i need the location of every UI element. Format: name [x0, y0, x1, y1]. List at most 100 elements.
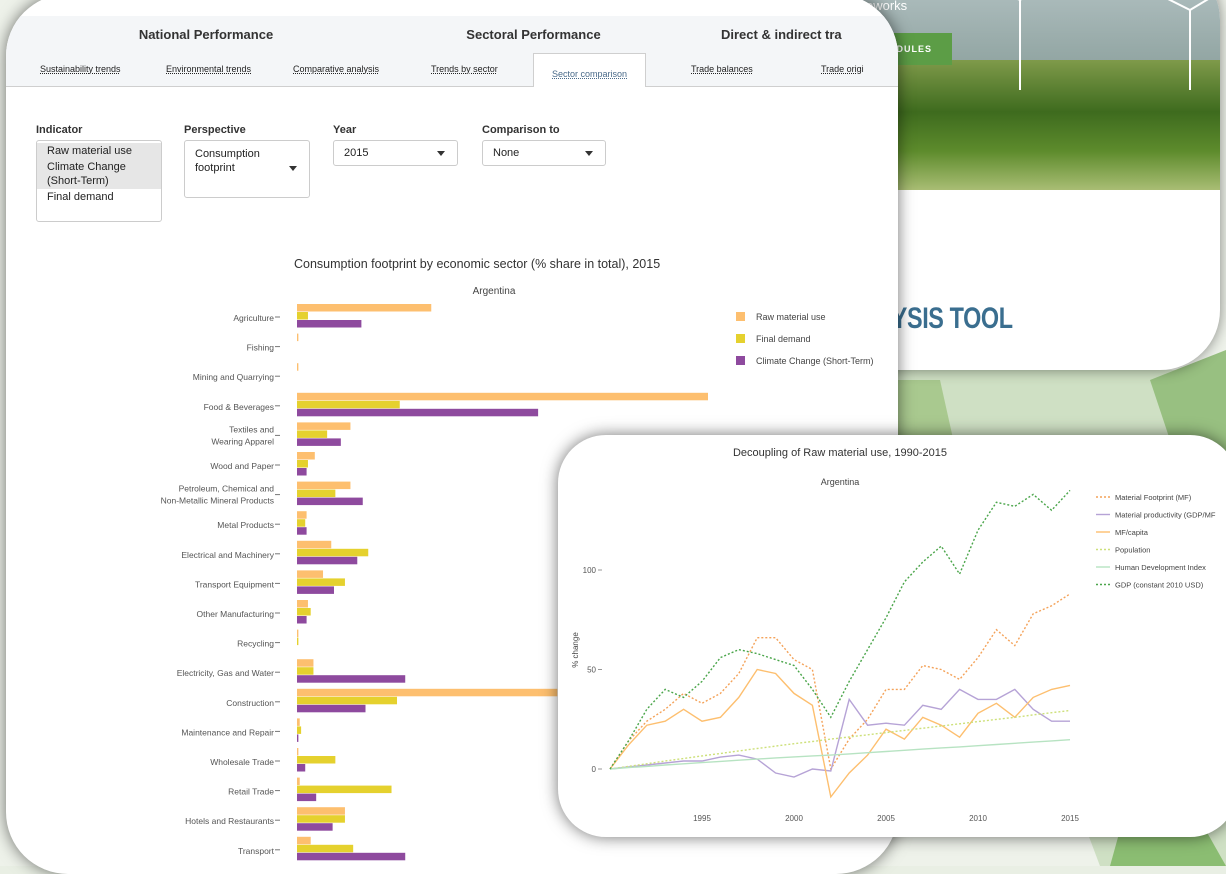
bar — [297, 764, 306, 772]
bar — [297, 481, 351, 490]
category-label: Transport Equipment — [195, 579, 275, 589]
bar — [297, 608, 311, 616]
category-label: Transport — [238, 846, 275, 856]
bar — [297, 570, 324, 578]
bar — [297, 600, 308, 608]
legend-label: Material Footprint (MF) — [1115, 493, 1192, 502]
legend-label: Climate Change (Short-Term) — [756, 356, 874, 366]
perspective-value: Consumption footprint — [195, 148, 260, 174]
legend-label: Final demand — [756, 334, 811, 344]
series-line — [609, 739, 1071, 770]
x-tick-label: 2000 — [785, 814, 803, 823]
x-tick-label: 2010 — [969, 814, 987, 823]
series-line — [609, 489, 1071, 770]
x-tick-label: 1995 — [693, 814, 711, 823]
bar — [297, 489, 336, 498]
bar — [297, 422, 351, 430]
category-label: Agriculture — [233, 313, 274, 323]
chart-subtitle: Argentina — [821, 477, 860, 487]
comparison-label: Comparison to — [482, 124, 560, 136]
tab-environmental-trends[interactable]: Environmental trends — [166, 64, 251, 74]
bar — [297, 836, 311, 845]
bar — [297, 659, 314, 667]
bar — [297, 667, 314, 675]
comparison-select[interactable]: None — [482, 140, 606, 166]
bar — [297, 392, 708, 401]
bar — [297, 756, 336, 764]
legend-swatch — [736, 312, 745, 321]
bar — [297, 527, 307, 535]
bar — [297, 438, 341, 446]
category-label: Metal Products — [217, 520, 274, 530]
year-select[interactable]: 2015 — [333, 140, 458, 166]
bar — [297, 726, 302, 734]
category-label: Retail Trade — [228, 787, 274, 797]
category-label: Food & Beverages — [204, 402, 274, 412]
category-label: Textiles and — [229, 424, 274, 434]
bar — [297, 844, 354, 853]
bar — [297, 675, 406, 683]
year-value: 2015 — [344, 147, 369, 159]
bar — [297, 304, 432, 312]
bar — [297, 688, 558, 697]
bar — [297, 511, 307, 519]
category-label: Fishing — [247, 343, 275, 353]
tab-sector-comparison[interactable]: Sector comparison — [533, 53, 647, 87]
x-tick-label: 2015 — [1061, 814, 1079, 823]
legend-swatch — [736, 334, 745, 343]
bar — [297, 637, 299, 646]
legend-label: Human Development Index — [1115, 563, 1206, 572]
category-label: Wholesale Trade — [210, 757, 274, 767]
indicator-option[interactable]: Final demand — [37, 189, 161, 205]
comparison-value: None — [493, 147, 520, 159]
category-label: Petroleum, Chemical and — [179, 484, 275, 494]
decoupling-line-chart: Decoupling of Raw material use, 1990-201… — [571, 447, 1216, 823]
tab-trade-balances[interactable]: Trade balances — [691, 64, 753, 74]
category-label: Other Manufacturing — [197, 609, 275, 619]
tab-comparative-analysis[interactable]: Comparative analysis — [293, 64, 379, 74]
indicator-multiselect[interactable]: Raw material use Climate Change (Short-T… — [36, 140, 162, 222]
bar — [297, 823, 333, 831]
module-tabbar: National Performance Sustainability tren… — [6, 16, 898, 92]
tab-sustainability-trends[interactable]: Sustainability trends — [40, 64, 121, 74]
bar — [297, 497, 363, 506]
bar — [297, 540, 332, 549]
legend-label: MF/capita — [1115, 528, 1149, 537]
bar — [297, 333, 299, 342]
bar — [297, 548, 369, 557]
bar — [297, 556, 358, 565]
bar — [297, 430, 328, 438]
tab-group-title: National Performance — [138, 27, 274, 42]
category-label: Wearing Apparel — [211, 436, 274, 446]
bar — [297, 320, 362, 328]
chevron-down-icon — [585, 151, 593, 156]
y-axis-label: % change — [571, 632, 580, 668]
category-label: Mining and Quarrying — [193, 372, 275, 382]
hero-heading: LYSIS TOOL — [880, 302, 1013, 335]
indicator-option[interactable]: Raw material use — [37, 143, 161, 159]
tab-trade-origin[interactable]: Trade origi — [821, 64, 864, 74]
indicator-option[interactable]: Climate Change (Short-Term) — [37, 159, 161, 189]
bar — [297, 408, 539, 417]
chart-title: Decoupling of Raw material use, 1990-201… — [733, 447, 947, 459]
tab-trends-by-sector[interactable]: Trends by sector — [431, 64, 498, 74]
bar — [297, 793, 317, 802]
legend-swatch — [736, 356, 745, 365]
category-label: Wood and Paper — [210, 461, 274, 471]
bar — [297, 460, 308, 468]
indicator-label: Indicator — [36, 124, 83, 136]
category-label: Hotels and Restaurants — [185, 816, 274, 826]
chart-subtitle: Argentina — [473, 286, 516, 297]
perspective-select[interactable]: Consumption footprint — [184, 140, 310, 198]
y-tick-label: 0 — [592, 765, 597, 774]
bar — [297, 718, 300, 726]
bar — [297, 519, 306, 527]
bar — [297, 748, 299, 756]
bar — [297, 704, 366, 713]
bar — [297, 852, 406, 861]
tab-group-direct-indirect-trade: Direct & indirect tra Trade balances Tra… — [661, 16, 898, 87]
bar — [297, 400, 400, 409]
bar — [297, 807, 345, 815]
category-label: Electrical and Machinery — [181, 550, 274, 560]
category-label: Maintenance and Repair — [181, 727, 274, 737]
